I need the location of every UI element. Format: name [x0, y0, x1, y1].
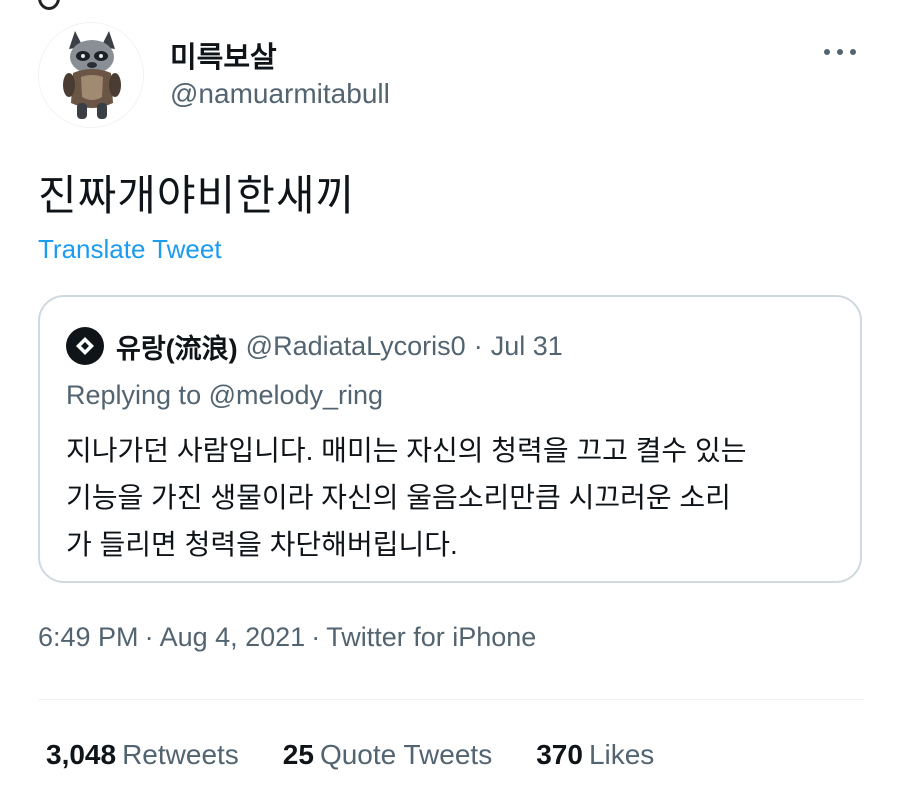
more-horizontal-icon-dot [837, 49, 843, 55]
quoted-tweet-date[interactable]: Jul 31 [491, 331, 563, 362]
tweet-text: 진짜개야비한새끼 [38, 172, 356, 219]
translate-tweet-link[interactable]: Translate Tweet [38, 234, 222, 265]
quote-tweets-stat[interactable]: 25 Quote Tweets [283, 739, 492, 771]
meta-separator: · [144, 622, 154, 652]
quote-tweets-label: Quote Tweets [319, 739, 493, 770]
quoted-tweet-text: 지나가던 사람입니다. 매미는 자신의 청력을 끄고 켤수 있는 기능을 가진 … [66, 427, 856, 568]
quoted-separator: · [473, 330, 483, 361]
diamond-logo-icon [76, 337, 94, 355]
meta-separator: · [311, 622, 321, 652]
quoted-tweet-header: 유랑(流浪) @RadiataLycoris0 · Jul 31 [66, 327, 563, 365]
author-display-name[interactable]: 미륵보살 [170, 34, 277, 76]
retweets-stat[interactable]: 3,048 Retweets [46, 739, 239, 771]
quoted-tweet-card[interactable]: 유랑(流浪) @RadiataLycoris0 · Jul 31 Replyin… [38, 295, 862, 583]
likes-label: Likes [588, 739, 655, 770]
cropped-icon-top [38, 0, 60, 10]
quoted-author-handle[interactable]: @RadiataLycoris0 [246, 331, 466, 362]
quoted-author-display-name[interactable]: 유랑(流浪) [116, 327, 238, 366]
author-avatar[interactable] [38, 22, 144, 128]
tweet-time[interactable]: 6:49 PM [38, 622, 139, 652]
quote-tweets-count: 25 [282, 739, 314, 770]
quoted-text-line: 가 들리면 청력을 차단해버립니다. [66, 529, 458, 560]
more-horizontal-icon [824, 49, 830, 55]
quoted-author-avatar[interactable] [66, 327, 104, 365]
retweets-label: Retweets [122, 739, 239, 770]
quoted-text-line: 기능을 가진 생물이라 자신의 울음소리만큼 시끄러운 소리 [66, 482, 731, 513]
likes-stat[interactable]: 370 Likes [536, 739, 654, 771]
tweet-source[interactable]: Twitter for iPhone [326, 622, 536, 652]
replying-to-label: Replying to @melody_ring [66, 380, 384, 410]
more-horizontal-icon-dot [850, 49, 856, 55]
tweet-metadata: 6:49 PM · Aug 4, 2021 · Twitter for iPhone [38, 622, 536, 653]
engagement-stats: 3,048 Retweets 25 Quote Tweets 370 Likes [46, 739, 698, 771]
tweet-date[interactable]: Aug 4, 2021 [160, 622, 306, 652]
divider [38, 699, 864, 700]
more-options-button[interactable] [820, 42, 860, 62]
author-handle[interactable]: @namuarmitabull [170, 78, 390, 110]
raccoon-figure-avatar-icon [39, 23, 143, 127]
retweets-count: 3,048 [46, 739, 117, 770]
tweet-header: 미륵보살 @namuarmitabull [38, 22, 866, 132]
likes-count: 370 [536, 739, 583, 770]
quoted-text-line: 지나가던 사람입니다. 매미는 자신의 청력을 끄고 켤수 있는 [66, 435, 747, 466]
